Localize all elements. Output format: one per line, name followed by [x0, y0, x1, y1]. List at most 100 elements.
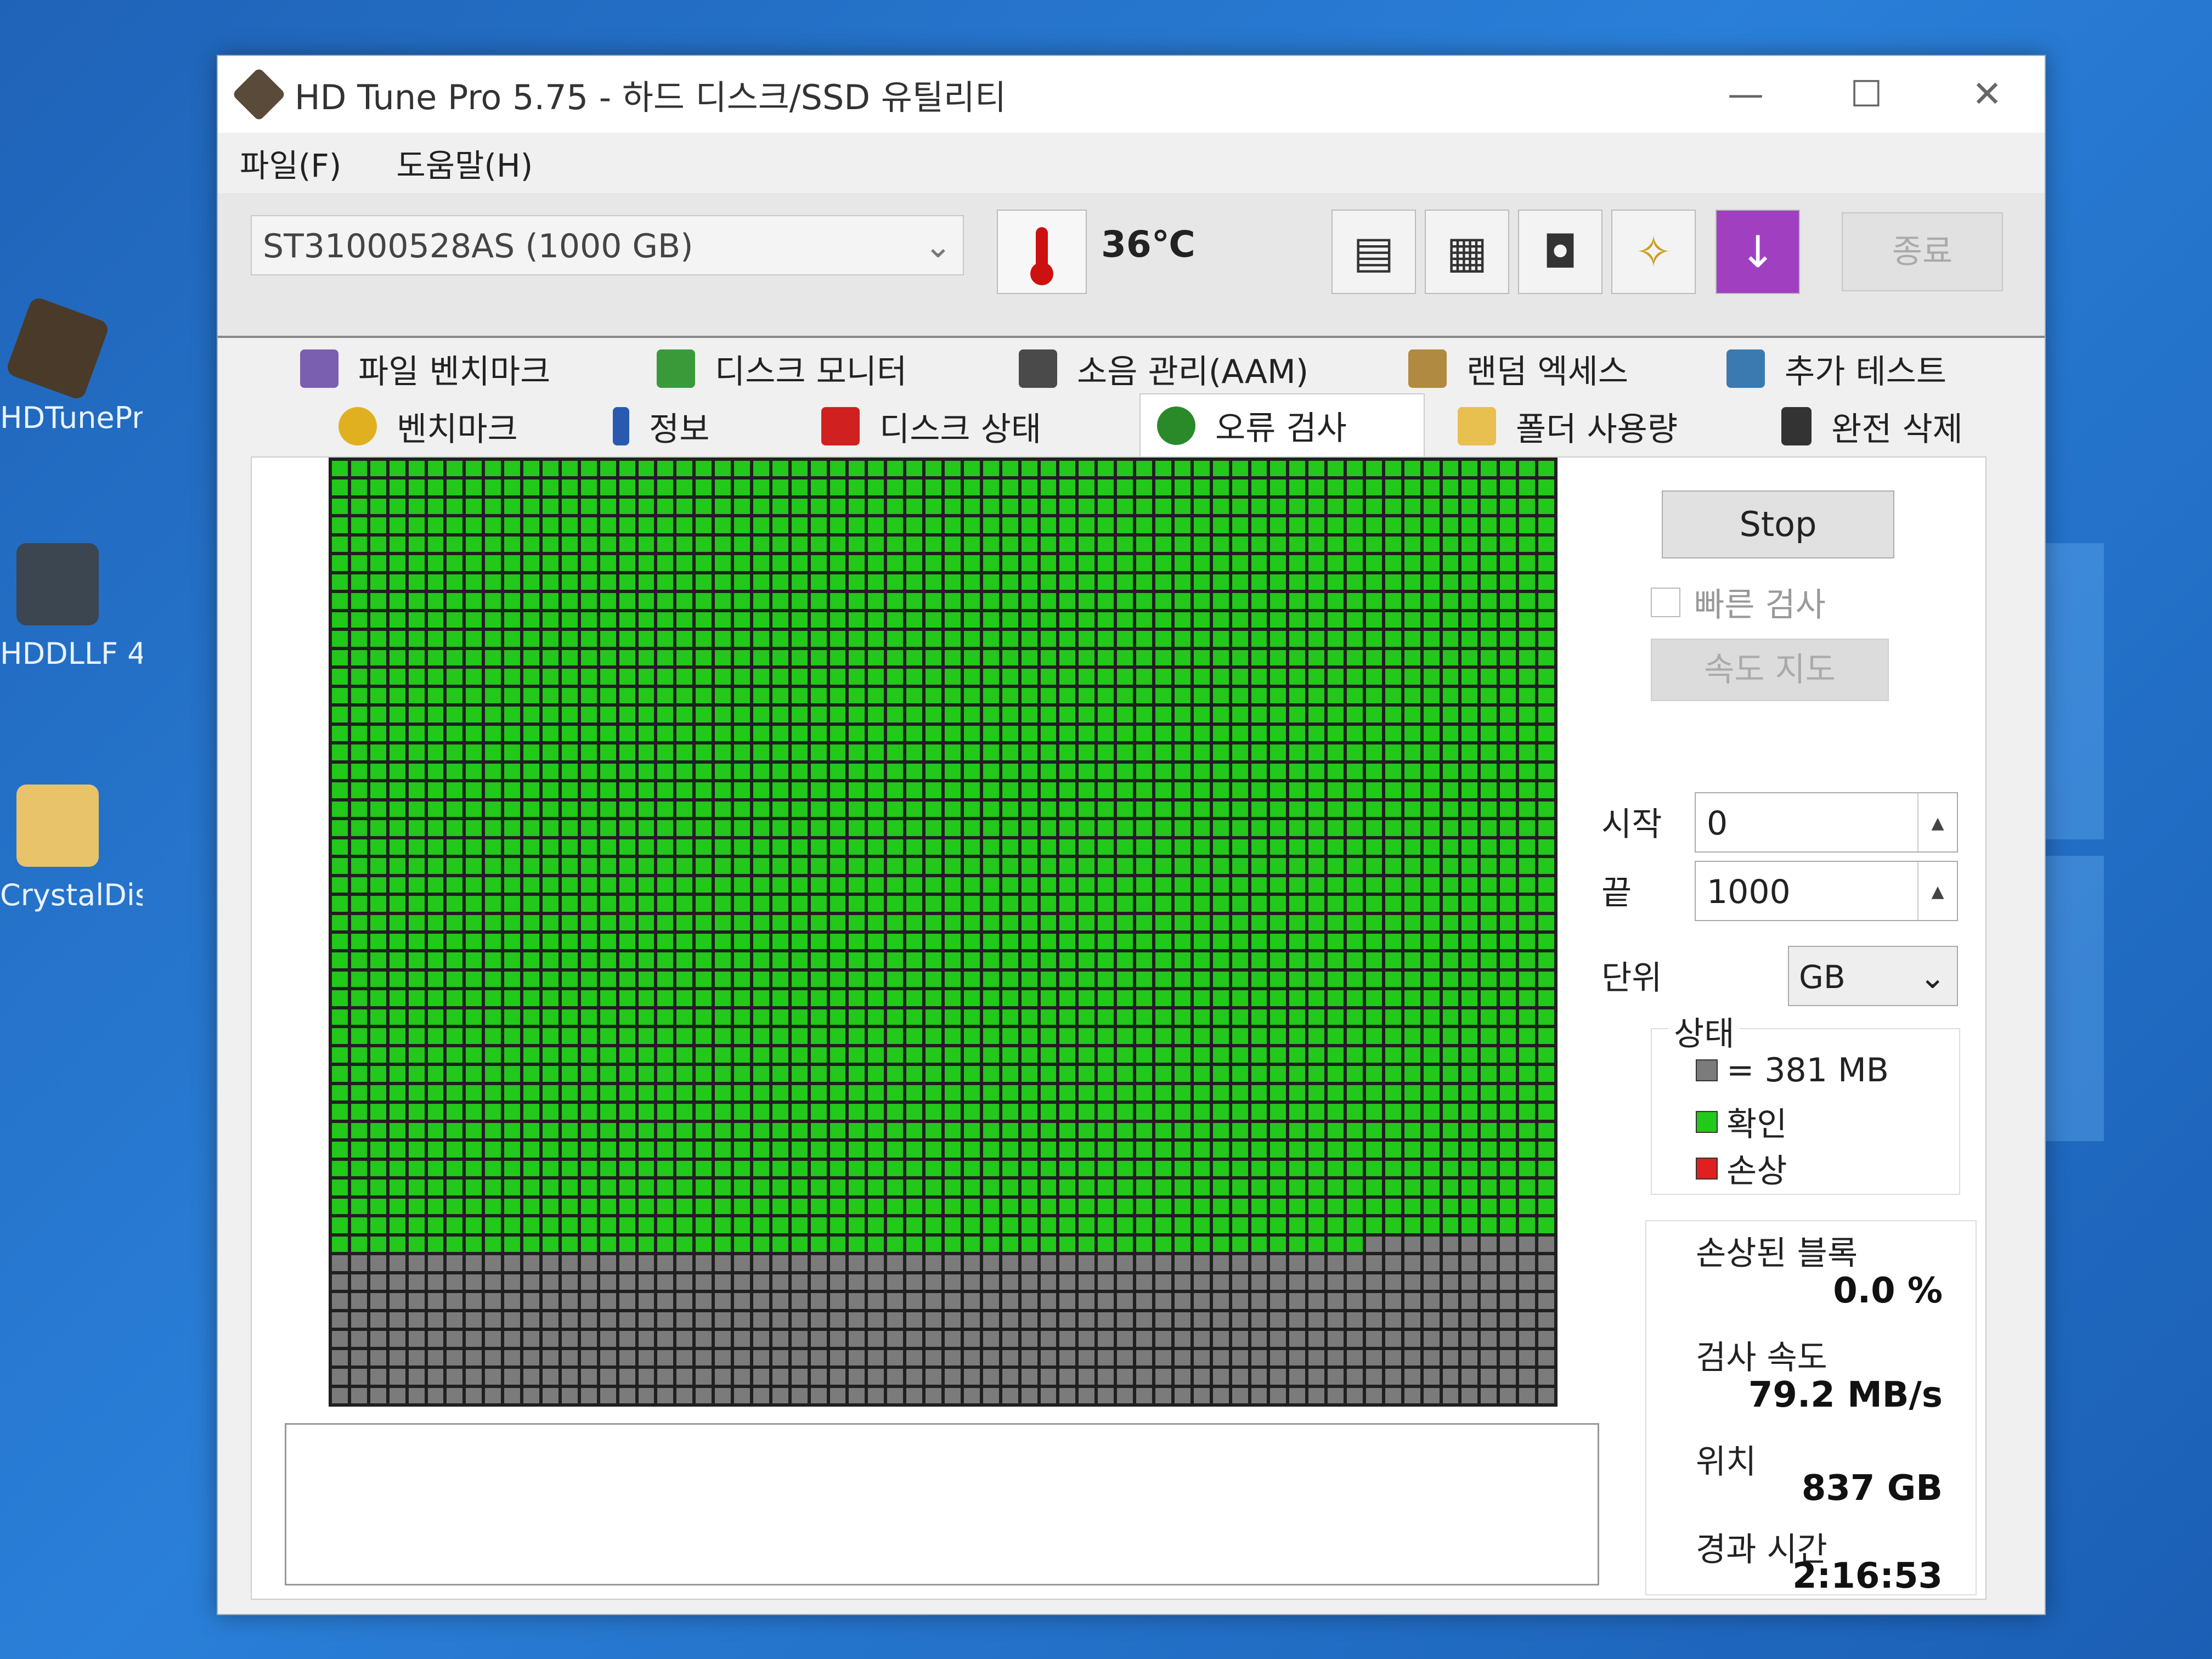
scan-block: [1040, 631, 1057, 647]
scan-block: [715, 687, 731, 704]
scan-block: [1289, 933, 1306, 950]
copy-info-button[interactable]: ▤: [1331, 210, 1416, 294]
scan-block: [887, 801, 904, 817]
scan-block: [1347, 1274, 1363, 1290]
scan-block: [734, 896, 750, 912]
scan-block: [1174, 1142, 1190, 1158]
quick-scan-checkbox[interactable]: 빠른 검사: [1651, 578, 1826, 626]
scan-block: [332, 1293, 348, 1309]
scan-block: [945, 1122, 961, 1139]
minimize-button[interactable]: —: [1716, 72, 1776, 116]
scan-block: [1519, 593, 1536, 609]
stop-button[interactable]: Stop: [1662, 490, 1894, 558]
scan-block: [408, 763, 425, 780]
scan-block: [945, 517, 961, 533]
scan-block: [1155, 1085, 1171, 1101]
desktop-icon-hddllf[interactable]: HDDLLF 4.40: [0, 543, 143, 671]
tab-aam[interactable]: 소음 관리(AAM): [1019, 341, 1308, 396]
scan-block: [1270, 1142, 1286, 1158]
tab-random-access[interactable]: 랜덤 엑세스: [1408, 341, 1628, 396]
scan-block: [1442, 1217, 1459, 1233]
scan-block: [1270, 536, 1286, 552]
scan-block: [676, 725, 693, 742]
scan-block: [1079, 1104, 1095, 1120]
scan-block: [1289, 479, 1306, 495]
start-spinner[interactable]: ▲▼: [1917, 793, 1957, 893]
exit-button[interactable]: 종료: [1842, 212, 2003, 291]
tab-error-scan[interactable]: 오류 검사: [1139, 393, 1425, 456]
scan-block: [657, 1350, 674, 1366]
menu-file[interactable]: 파일(F): [240, 140, 341, 186]
speed-map-button[interactable]: 속도 지도: [1651, 639, 1889, 701]
menu-help[interactable]: 도움말(H): [396, 140, 533, 186]
scan-block: [1193, 915, 1210, 930]
scan-block: [657, 877, 674, 893]
desktop-icon-crystaldisk[interactable]: CrystalDiskI...: [0, 785, 143, 912]
scan-block: [619, 687, 635, 704]
scan-block: [351, 782, 367, 798]
title-bar[interactable]: HD Tune Pro 5.75 - 하드 디스크/SSD 유틸리티 — ☐ ✕: [218, 56, 2045, 133]
tab-extra-tests[interactable]: 추가 테스트: [1726, 341, 1946, 396]
scan-block: [447, 1369, 463, 1385]
scan-block: [1347, 725, 1363, 742]
save-button[interactable]: ↓: [1716, 210, 1800, 294]
screenshot-button[interactable]: ◘: [1518, 210, 1602, 294]
tab-erase[interactable]: 완전 삭제: [1781, 399, 1963, 454]
scan-block: [1270, 763, 1286, 780]
scan-block: [657, 1066, 674, 1082]
maximize-button[interactable]: ☐: [1836, 72, 1897, 116]
scan-block: [657, 669, 674, 685]
scan-block: [427, 1160, 444, 1177]
tab-info[interactable]: 정보: [613, 399, 709, 454]
options-button[interactable]: ✧: [1611, 210, 1696, 294]
end-field[interactable]: 1000 ▲▼: [1695, 861, 1958, 962]
scan-block: [734, 1160, 750, 1177]
scan-block: [1079, 896, 1095, 912]
position-label: 위치: [1696, 1443, 1757, 1481]
scan-block: [1270, 669, 1286, 685]
start-field[interactable]: 0 ▲▼: [1695, 792, 1958, 893]
unit-select[interactable]: GB ⌄: [1788, 946, 1958, 1006]
block-grid: [329, 458, 1558, 1407]
scan-block: [1098, 744, 1114, 760]
scan-block: [696, 725, 712, 742]
scan-block: [466, 1104, 482, 1120]
scan-block: [1308, 461, 1325, 477]
tab-file-benchmark[interactable]: 파일 벤치마크: [300, 341, 550, 396]
tab-disk-monitor[interactable]: 디스크 모니터: [657, 341, 907, 396]
scan-block: [1059, 517, 1076, 533]
end-spinner[interactable]: ▲▼: [1917, 862, 1957, 962]
scan-block: [1462, 858, 1478, 874]
scan-block: [1098, 952, 1114, 968]
scan-block: [1040, 801, 1057, 817]
scan-block: [638, 517, 654, 533]
scan-block: [1002, 1009, 1018, 1025]
scan-block: [1098, 896, 1114, 912]
scan-block: [1462, 744, 1478, 760]
scan-block: [600, 479, 616, 495]
scan-block: [1289, 1047, 1306, 1063]
scan-block: [849, 1066, 865, 1082]
scan-block: [1079, 1350, 1095, 1366]
scan-block: [447, 1331, 463, 1347]
drive-select[interactable]: ST31000528AS (1000 GB) ⌄: [251, 215, 964, 275]
scan-block: [1289, 971, 1306, 988]
scan-block: [1098, 1198, 1114, 1215]
scan-block: [619, 1350, 635, 1366]
scan-block: [945, 1387, 961, 1403]
copy-all-button[interactable]: ▦: [1425, 210, 1509, 294]
scan-block: [1347, 687, 1363, 704]
scan-block: [542, 1122, 558, 1139]
tab-health[interactable]: 디스크 상태: [821, 399, 1041, 454]
close-button[interactable]: ✕: [1957, 72, 2017, 116]
scan-block: [1365, 1236, 1382, 1252]
scan-block: [810, 1369, 827, 1385]
scan-block: [1174, 915, 1190, 930]
tab-benchmark[interactable]: 벤치마크: [338, 399, 518, 454]
temperature-button[interactable]: [997, 210, 1087, 294]
scan-block: [887, 1331, 904, 1347]
scan-block: [485, 1104, 501, 1120]
desktop-icon-hdtune[interactable]: HDTunePro: [0, 295, 143, 435]
scan-block: [485, 1142, 501, 1158]
tab-folder-usage[interactable]: 폴더 사용량: [1458, 399, 1678, 454]
